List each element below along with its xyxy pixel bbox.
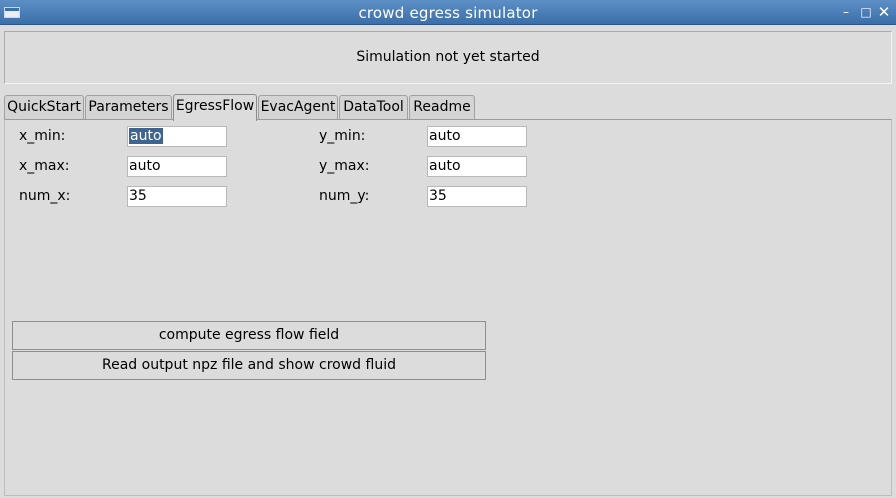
tab-egressflow[interactable]: EgressFlow: [173, 94, 257, 121]
tab-parameters[interactable]: Parameters: [85, 95, 172, 120]
y-max-label: y_max:: [319, 158, 370, 174]
maximize-icon[interactable]: □: [858, 3, 874, 21]
window-title: crowd egress simulator: [358, 4, 538, 22]
x-max-field[interactable]: auto: [127, 156, 227, 177]
tab-evacagent[interactable]: EvacAgent: [258, 95, 338, 120]
tab-quickstart[interactable]: QuickStart: [4, 95, 84, 120]
y-max-field[interactable]: auto: [427, 156, 527, 177]
status-text: Simulation not yet started: [356, 49, 540, 65]
x-max-label: x_max:: [19, 158, 70, 174]
minimize-icon[interactable]: –: [838, 3, 854, 21]
read-output-button[interactable]: Read output npz file and show crowd flui…: [12, 351, 486, 380]
num-y-field[interactable]: 35: [427, 186, 527, 207]
y-min-label: y_min:: [319, 128, 366, 144]
num-x-field[interactable]: 35: [127, 186, 227, 207]
status-panel: Simulation not yet started: [4, 31, 892, 84]
x-min-value: auto: [129, 128, 163, 144]
x-min-label: x_min:: [19, 128, 66, 144]
tab-datatool[interactable]: DataTool: [339, 95, 408, 120]
tab-readme[interactable]: Readme: [409, 95, 475, 120]
compute-egress-flow-button[interactable]: compute egress flow field: [12, 321, 486, 350]
title-bar: crowd egress simulator – □ ✕: [0, 0, 896, 25]
num-y-label: num_y:: [319, 188, 370, 204]
x-min-field[interactable]: auto: [127, 126, 227, 147]
y-min-field[interactable]: auto: [427, 126, 527, 147]
num-x-label: num_x:: [19, 188, 71, 204]
close-icon[interactable]: ✕: [876, 3, 892, 21]
